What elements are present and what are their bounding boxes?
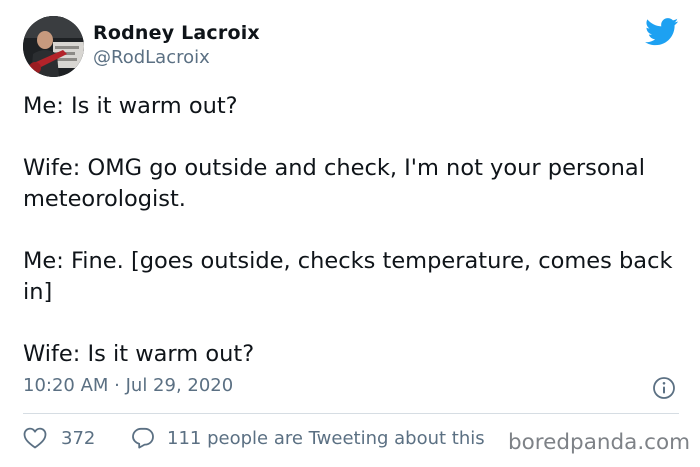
divider [23,413,679,414]
profile-photo-icon [23,16,84,77]
like-count: 372 [61,427,96,449]
tweet-card: Rodney Lacroix @RodLacroix Me: Is it war… [0,0,700,467]
comment-bubble-icon [132,427,154,449]
info-icon[interactable] [652,376,676,400]
author-handle[interactable]: @RodLacroix [93,47,210,68]
watermark: boredpanda.com [508,430,691,455]
avatar[interactable] [23,16,84,77]
tweet-paragraph: Wife: Is it warm out? [23,341,255,367]
tweet-body: Me: Is it warm out? Wife: OMG go outside… [23,91,673,370]
tweet-timestamp[interactable]: 10:20 AM · Jul 29, 2020 [23,375,233,396]
conversation-button[interactable]: 111 people are Tweeting about this [131,427,485,449]
heart-icon [23,427,47,449]
tweet-paragraph: Me: Is it warm out? [23,93,238,119]
twitter-bird-icon[interactable] [645,18,679,46]
tweet-paragraph: Me: Fine. [goes outside, checks temperat… [23,248,673,305]
tweet-paragraph: Wife: OMG go outside and check, I'm not … [23,155,645,212]
author-name[interactable]: Rodney Lacroix [93,22,260,44]
like-button[interactable]: 372 [23,427,95,449]
conversation-text: 111 people are Tweeting about this [167,427,485,449]
